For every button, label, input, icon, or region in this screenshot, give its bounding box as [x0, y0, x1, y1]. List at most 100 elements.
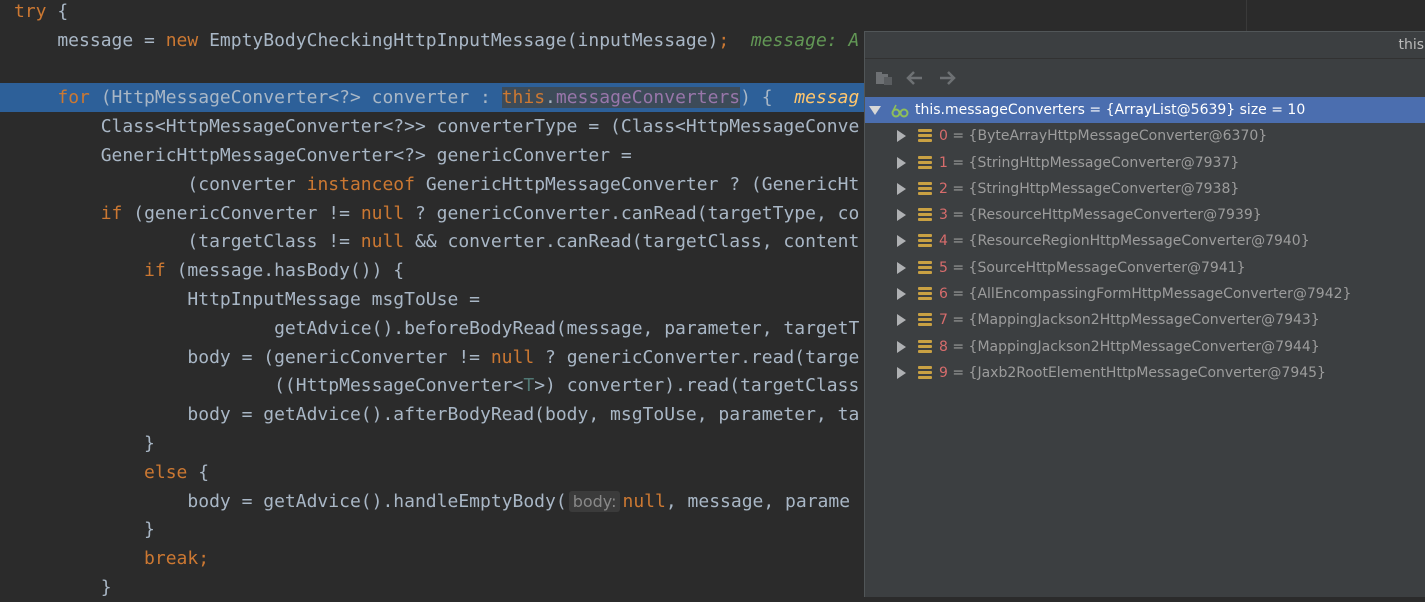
code-token: getAdvice().beforeBodyRead(message, para… — [14, 317, 860, 339]
code-token: body = getAdvice().afterBodyRead(body, m… — [14, 404, 860, 426]
item-index: 7 — [939, 312, 948, 329]
list-item[interactable]: 6 = {AllEncompassingFormHttpMessageConve… — [865, 281, 1425, 307]
object-icon — [918, 339, 932, 354]
code-line[interactable]: body = getAdvice().afterBodyRead(body, m… — [0, 400, 859, 429]
code-token: ; — [198, 548, 210, 570]
code-token: body = getAdvice().handleEmptyBody( — [14, 490, 567, 512]
expand-toggle[interactable] — [896, 228, 906, 254]
tree-root-row[interactable]: this.messageConverters = {ArrayList@5639… — [865, 97, 1425, 124]
object-icon — [918, 208, 932, 222]
code-token: . — [545, 87, 556, 109]
item-value: = {ResourceHttpMessageConverter@7939} — [947, 207, 1262, 224]
code-token: ) { — [740, 87, 795, 109]
code-token: HttpInputMessage msgToUse = — [14, 289, 480, 310]
expand-toggle[interactable] — [896, 150, 906, 176]
list-item[interactable]: 3 = {ResourceHttpMessageConverter@7939} — [865, 202, 1425, 228]
code-token: (message.hasBody()) { — [165, 260, 405, 282]
object-icon — [918, 260, 932, 275]
code-token: else — [144, 461, 188, 483]
list-item[interactable]: 7 = {MappingJackson2HttpMessageConverter… — [865, 307, 1425, 333]
code-token: new — [165, 29, 199, 51]
code-token: GenericHttpMessageConverter ? (GenericHt — [414, 173, 860, 195]
object-icon — [918, 287, 932, 301]
expand-toggle[interactable] — [896, 176, 906, 202]
item-value: = {MappingJackson2HttpMessageConverter@7… — [947, 338, 1320, 355]
chevron-right-icon — [896, 288, 906, 301]
code-token: } — [14, 577, 112, 598]
list-item[interactable]: 2 = {StringHttpMessageConverter@7938} — [865, 176, 1425, 202]
expand-toggle[interactable] — [896, 202, 906, 228]
code-line[interactable] — [0, 55, 14, 84]
code-line[interactable]: } — [0, 429, 155, 458]
code-token: this — [501, 87, 546, 109]
expand-toggle[interactable] — [896, 307, 906, 333]
expand-toggle[interactable] — [896, 281, 906, 307]
chevron-right-icon — [896, 130, 906, 143]
code-token: message = — [14, 29, 166, 51]
code-line[interactable]: try { — [0, 0, 68, 26]
code-line[interactable]: message = new EmptyBodyCheckingHttpInput… — [0, 26, 859, 55]
code-line[interactable]: ((HttpMessageConverter<T>) converter).re… — [0, 371, 859, 400]
code-line[interactable]: body = getAdvice().handleEmptyBody(body:… — [0, 487, 850, 516]
code-line[interactable]: GenericHttpMessageConverter<?> genericCo… — [0, 141, 632, 170]
expand-toggle[interactable] — [896, 255, 906, 281]
code-line[interactable]: else { — [0, 458, 209, 487]
list-item[interactable]: 8 = {MappingJackson2HttpMessageConverter… — [865, 334, 1425, 360]
item-value: = {Jaxb2RootElementHttpMessageConverter@… — [947, 364, 1326, 381]
code-line[interactable]: break; — [0, 544, 209, 573]
code-line[interactable]: } — [0, 515, 155, 544]
item-index: 1 — [939, 154, 948, 171]
list-item[interactable]: 4 = {ResourceRegionHttpMessageConverter@… — [865, 228, 1425, 254]
list-item[interactable]: 0 = {ByteArrayHttpMessageConverter@6370} — [865, 123, 1425, 149]
item-index: 8 — [939, 338, 948, 355]
debug-variables-popup[interactable]: this this.messageConverters = {ArrayList… — [864, 31, 1425, 597]
item-index: 4 — [939, 233, 948, 250]
chevron-right-icon — [896, 261, 906, 274]
expand-toggle[interactable] — [896, 123, 906, 149]
code-line[interactable]: getAdvice().beforeBodyRead(message, para… — [0, 314, 859, 343]
item-index: 9 — [939, 364, 948, 381]
collapse-toggle[interactable] — [869, 97, 881, 123]
code-line[interactable]: if (message.hasBody()) { — [0, 256, 404, 285]
list-item[interactable]: 1 = {StringHttpMessageConverter@7937} — [865, 150, 1425, 176]
expand-toggle[interactable] — [896, 360, 906, 386]
list-item[interactable]: 9 = {Jaxb2RootElementHttpMessageConverte… — [865, 360, 1425, 386]
code-line-current[interactable]: for (HttpMessageConverter<?> converter :… — [0, 83, 880, 113]
chevron-right-icon — [896, 235, 906, 248]
expand-toggle[interactable] — [896, 334, 906, 360]
code-token: ? genericConverter.canRead(targetType, c… — [404, 202, 860, 224]
code-line[interactable]: Class<HttpMessageConverter<?>> converter… — [0, 112, 860, 141]
code-line[interactable]: (targetClass != null && converter.canRea… — [0, 227, 859, 256]
code-token: (HttpMessageConverter<?> converter : — [89, 87, 502, 109]
code-line[interactable]: } — [0, 573, 112, 602]
code-token: Class<HttpMessageConverter<?>> converter… — [14, 116, 860, 138]
chevron-right-icon — [896, 156, 906, 169]
code-token: { — [46, 1, 69, 22]
code-line[interactable]: body = (genericConverter != null ? gener… — [0, 343, 859, 372]
code-token: null — [490, 346, 535, 368]
code-token: ? genericConverter.read(targe — [534, 346, 860, 368]
show-types-icon[interactable] — [873, 67, 895, 89]
code-line[interactable]: HttpInputMessage msgToUse = — [0, 285, 480, 314]
code-token: (targetClass != — [14, 231, 361, 253]
back-icon[interactable] — [904, 67, 926, 89]
code-line[interactable]: (converter instanceof GenericHttpMessage… — [0, 170, 859, 199]
list-item[interactable]: 5 = {SourceHttpMessageConverter@7941} — [865, 255, 1425, 281]
code-token: ; — [718, 29, 730, 51]
item-value: = {MappingJackson2HttpMessageConverter@7… — [947, 312, 1320, 329]
item-index: 5 — [939, 259, 948, 276]
code-token: body = (genericConverter != — [14, 346, 491, 368]
code-token: ((HttpMessageConverter< — [14, 375, 524, 397]
object-icon — [918, 365, 932, 380]
code-token: A — [848, 29, 860, 51]
item-index: 0 — [939, 128, 948, 145]
code-token: && converter.canRead(targetClass, conten… — [404, 231, 860, 253]
watch-glasses-icon — [891, 102, 909, 118]
forward-icon[interactable] — [936, 67, 958, 89]
item-value: = {StringHttpMessageConverter@7937} — [947, 154, 1240, 171]
parameter-hint: body: — [568, 490, 621, 512]
code-token: } — [14, 519, 155, 541]
code-line[interactable]: if (genericConverter != null ? genericCo… — [0, 199, 860, 228]
